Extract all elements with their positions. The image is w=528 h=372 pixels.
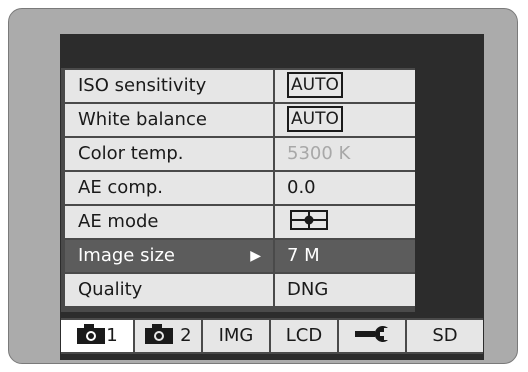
menu-label: Quality <box>65 274 273 306</box>
menu-value: DNG <box>275 274 415 306</box>
menu-row-quality[interactable]: Quality DNG <box>61 272 415 306</box>
menu-value: 7 M <box>275 240 415 272</box>
menu-value <box>275 206 415 238</box>
tab-camera-1[interactable]: 1 <box>61 320 133 352</box>
menu-row-ae-comp[interactable]: AE comp. 0.0 <box>61 170 415 204</box>
menu-label: Color temp. <box>65 138 273 170</box>
tab-label: LCD <box>285 325 323 346</box>
menu-label-text: Image size <box>78 245 175 266</box>
menu-value-boxed: AUTO <box>287 71 343 98</box>
menu-value: AUTO <box>275 104 415 136</box>
menu-row-color-temp[interactable]: Color temp. 5300 K <box>61 136 415 170</box>
tab-setup[interactable] <box>339 320 405 352</box>
menu-row-iso-sensitivity[interactable]: ISO sensitivity AUTO <box>61 68 415 102</box>
menu-label: AE comp. <box>65 172 273 204</box>
submenu-arrow-icon: ▶ <box>250 248 261 264</box>
tab-label: SD <box>432 325 458 346</box>
tab-label: IMG <box>218 325 254 346</box>
tab-label: 2 <box>180 325 192 346</box>
tab-img[interactable]: IMG <box>203 320 269 352</box>
menu-value: AUTO <box>275 70 415 102</box>
center-weighted-metering-icon <box>290 210 328 230</box>
tab-lcd[interactable]: LCD <box>271 320 337 352</box>
menu-label: ISO sensitivity <box>65 70 273 102</box>
wrench-icon <box>355 326 388 342</box>
tab-label: 1 <box>106 325 118 346</box>
menu-row-ae-mode[interactable]: AE mode <box>61 204 415 238</box>
menu-value-boxed: AUTO <box>287 105 343 132</box>
camera-icon <box>77 324 106 344</box>
menu-row-white-balance[interactable]: White balance AUTO <box>61 102 415 136</box>
menu-row-image-size[interactable]: Image size ▶ 7 M <box>61 238 415 272</box>
settings-menu: ISO sensitivity AUTO White balance AUTO … <box>61 68 415 312</box>
menu-value: 5300 K <box>275 138 415 170</box>
camera-icon <box>145 324 174 344</box>
tab-camera-2[interactable]: 2 <box>135 320 201 352</box>
menu-label: Image size ▶ <box>65 240 273 272</box>
menu-label: White balance <box>65 104 273 136</box>
tab-sd[interactable]: SD <box>407 320 483 352</box>
menu-label: AE mode <box>65 206 273 238</box>
menu-tab-bar: 1 2 IMG LCD SD <box>61 318 483 354</box>
menu-value: 0.0 <box>275 172 415 204</box>
